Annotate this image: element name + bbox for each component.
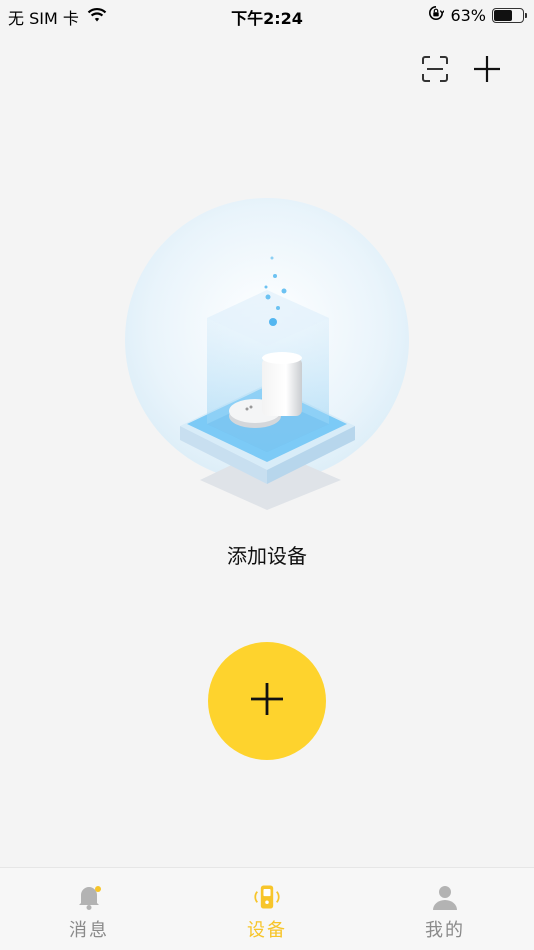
tab-label: 我的 — [425, 920, 465, 941]
status-right: 63% — [428, 5, 527, 25]
empty-state-illustration — [125, 198, 409, 518]
battery-icon — [492, 7, 527, 23]
tab-profile[interactable]: 我的 — [356, 868, 534, 950]
battery-fill — [494, 9, 512, 21]
add-button[interactable] — [472, 56, 502, 86]
plus-icon — [249, 681, 285, 721]
top-actions — [420, 56, 502, 86]
device-icon — [252, 882, 282, 912]
battery-percent: 63% — [450, 5, 486, 25]
add-device-label: 添加设备 — [227, 544, 307, 568]
plus-icon — [473, 55, 501, 87]
tab-bar: 消息 设备 我的 — [0, 867, 534, 950]
status-bar: 无 SIM 卡 下午2:24 63% — [0, 0, 534, 30]
tab-devices[interactable]: 设备 — [178, 868, 356, 950]
tab-label: 消息 — [69, 920, 109, 941]
person-icon — [430, 882, 460, 912]
scan-icon — [422, 56, 448, 86]
tab-label: 设备 — [247, 920, 287, 941]
tab-messages[interactable]: 消息 — [0, 868, 178, 950]
scan-button[interactable] — [420, 56, 450, 86]
bell-icon — [74, 882, 104, 912]
add-device-button[interactable] — [208, 642, 326, 760]
orientation-lock-icon — [428, 5, 445, 25]
